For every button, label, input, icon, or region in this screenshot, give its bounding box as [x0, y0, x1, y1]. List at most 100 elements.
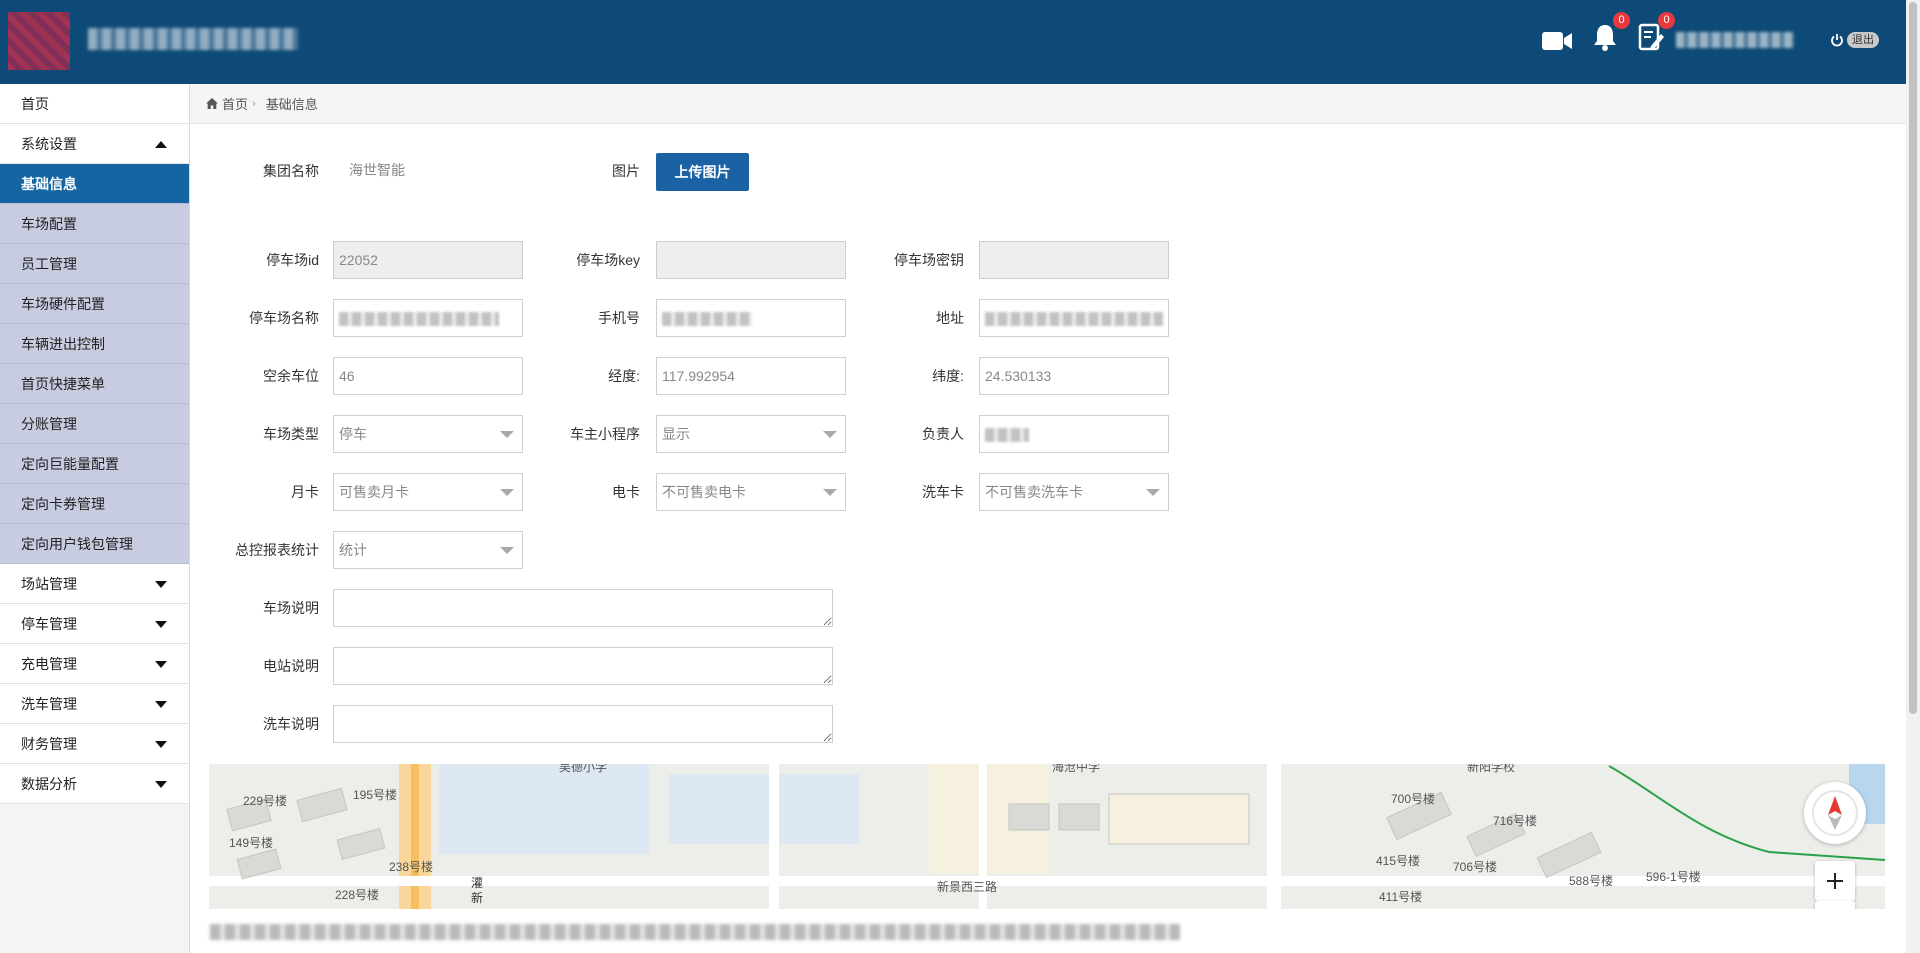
- task-list-icon[interactable]: 0: [1637, 12, 1675, 55]
- report-select[interactable]: 统计: [333, 531, 523, 569]
- map-label: 新阳学校: [1467, 764, 1516, 774]
- lot-key-field: [656, 241, 846, 279]
- sidebar-item-label: 员工管理: [21, 256, 77, 272]
- sidebar-item-label: 定向巨能量配置: [21, 456, 119, 472]
- wash-desc-label: 洗车说明: [263, 716, 319, 732]
- sidebar-item-label: 车场配置: [21, 216, 77, 232]
- sidebar-item-station[interactable]: 场站管理: [0, 564, 189, 604]
- free-spaces-input[interactable]: 46: [333, 357, 523, 395]
- map-label: 411号楼: [1379, 890, 1423, 904]
- manager-input[interactable]: [979, 415, 1169, 453]
- map-label: 716号楼: [1493, 814, 1538, 828]
- vertical-scrollbar-thumb[interactable]: [1909, 2, 1917, 714]
- lot-id-field: 22052: [333, 241, 523, 279]
- lot-id-label: 停车场id: [266, 252, 319, 268]
- wash-card-label: 洗车卡: [922, 484, 964, 500]
- wash-desc-textarea[interactable]: [333, 705, 833, 743]
- map-label: 吴德小学: [559, 764, 608, 774]
- longitude-input[interactable]: 117.992954: [656, 357, 846, 395]
- location-map[interactable]: 229号楼 195号楼 149号楼 238号楼 228号楼 灌新 新景西三路 7…: [209, 764, 1885, 909]
- footer-redacted: [190, 909, 1906, 953]
- sidebar-item-wallet[interactable]: 定向用户钱包管理: [0, 524, 189, 564]
- sidebar-item-energy-config[interactable]: 定向巨能量配置: [0, 444, 189, 484]
- footer-text-redacted: [210, 924, 1180, 940]
- sidebar-item-label: 数据分析: [21, 776, 77, 792]
- e-card-label: 电卡: [612, 484, 640, 500]
- username-redacted[interactable]: [1676, 32, 1794, 48]
- upload-image-button[interactable]: 上传图片: [656, 153, 749, 191]
- top-header: 0 0 退出: [0, 0, 1906, 84]
- breadcrumb: 首页 › 基础信息: [190, 84, 1906, 124]
- map-base-layer: [209, 764, 1885, 909]
- manager-label: 负责人: [922, 426, 964, 442]
- notification-count-badge: 0: [1613, 12, 1630, 29]
- sidebar-item-basic-info[interactable]: 基础信息: [0, 164, 189, 204]
- caret-down-icon: [155, 621, 167, 628]
- video-camera-icon[interactable]: [1541, 28, 1573, 57]
- sidebar-item-vehicle-access[interactable]: 车辆进出控制: [0, 324, 189, 364]
- sidebar-item-label: 洗车管理: [21, 696, 77, 712]
- sidebar-item-finance[interactable]: 财务管理: [0, 724, 189, 764]
- map-label: 149号楼: [229, 836, 274, 850]
- map-compass-control[interactable]: [1804, 782, 1866, 844]
- sidebar-item-coupon[interactable]: 定向卡券管理: [0, 484, 189, 524]
- map-label: 海沧中学: [1052, 764, 1101, 774]
- lot-key-label: 停车场key: [576, 252, 640, 268]
- lot-secret-field: [979, 241, 1169, 279]
- latitude-input[interactable]: 24.530133: [979, 357, 1169, 395]
- report-label: 总控报表统计: [235, 542, 319, 558]
- caret-down-icon: [155, 741, 167, 748]
- map-zoom-in-button[interactable]: [1815, 861, 1855, 901]
- sidebar-item-charging[interactable]: 充电管理: [0, 644, 189, 684]
- wash-card-select[interactable]: 不可售卖洗车卡: [979, 473, 1169, 511]
- breadcrumb-home-link[interactable]: 首页: [222, 94, 248, 113]
- sidebar-item-parking[interactable]: 停车管理: [0, 604, 189, 644]
- lot-desc-textarea[interactable]: [333, 589, 833, 627]
- map-label: 596-1号楼: [1646, 870, 1701, 884]
- address-label: 地址: [936, 310, 964, 326]
- home-icon: [206, 98, 218, 109]
- sidebar-item-hardware[interactable]: 车场硬件配置: [0, 284, 189, 324]
- monthly-card-label: 月卡: [291, 484, 319, 500]
- notification-bell-icon[interactable]: 0: [1590, 12, 1630, 55]
- sidebar: 首页 系统设置 基础信息 车场配置 员工管理 车场硬件配置 车辆进出控制 首页快…: [0, 84, 190, 953]
- caret-up-icon: [155, 141, 167, 148]
- caret-down-icon: [155, 781, 167, 788]
- sidebar-item-home[interactable]: 首页: [0, 84, 189, 124]
- miniprogram-select[interactable]: 显示: [656, 415, 846, 453]
- sidebar-item-label: 系统设置: [21, 136, 77, 152]
- logout-button[interactable]: 退出: [1830, 32, 1879, 48]
- caret-down-icon: [155, 701, 167, 708]
- phone-input[interactable]: [656, 299, 846, 337]
- caret-down-icon: [155, 661, 167, 668]
- lot-name-input[interactable]: [333, 299, 523, 337]
- image-label: 图片: [612, 163, 640, 179]
- sidebar-item-staff[interactable]: 员工管理: [0, 244, 189, 284]
- breadcrumb-current: 基础信息: [265, 97, 318, 112]
- latitude-label: 纬度:: [932, 368, 964, 384]
- sidebar-item-system-settings[interactable]: 系统设置: [0, 124, 189, 164]
- sidebar-item-label: 首页快捷菜单: [21, 376, 105, 392]
- monthly-card-select[interactable]: 可售卖月卡: [333, 473, 523, 511]
- sidebar-item-lot-config[interactable]: 车场配置: [0, 204, 189, 244]
- sidebar-item-label: 车场硬件配置: [21, 296, 105, 312]
- address-input[interactable]: [979, 299, 1169, 337]
- sidebar-item-split-accounts[interactable]: 分账管理: [0, 404, 189, 444]
- lot-secret-label: 停车场密钥: [894, 252, 964, 268]
- map-label: 415号楼: [1376, 854, 1421, 868]
- sidebar-item-analytics[interactable]: 数据分析: [0, 764, 189, 804]
- group-name-value: 海世智能: [349, 162, 405, 178]
- sidebar-item-shortcut-menu[interactable]: 首页快捷菜单: [0, 364, 189, 404]
- power-icon: [1831, 34, 1843, 47]
- miniprogram-label: 车主小程序: [570, 426, 640, 442]
- logout-label: 退出: [1847, 32, 1879, 48]
- group-name-label: 集团名称: [263, 163, 319, 179]
- sidebar-item-car-wash[interactable]: 洗车管理: [0, 684, 189, 724]
- task-count-badge: 0: [1658, 12, 1675, 29]
- sidebar-item-label: 分账管理: [21, 416, 77, 432]
- sidebar-item-label: 定向用户钱包管理: [21, 536, 133, 552]
- e-card-select[interactable]: 不可售卖电卡: [656, 473, 846, 511]
- station-desc-textarea[interactable]: [333, 647, 833, 685]
- map-label: 新景西三路: [937, 880, 998, 894]
- lot-type-select[interactable]: 停车: [333, 415, 523, 453]
